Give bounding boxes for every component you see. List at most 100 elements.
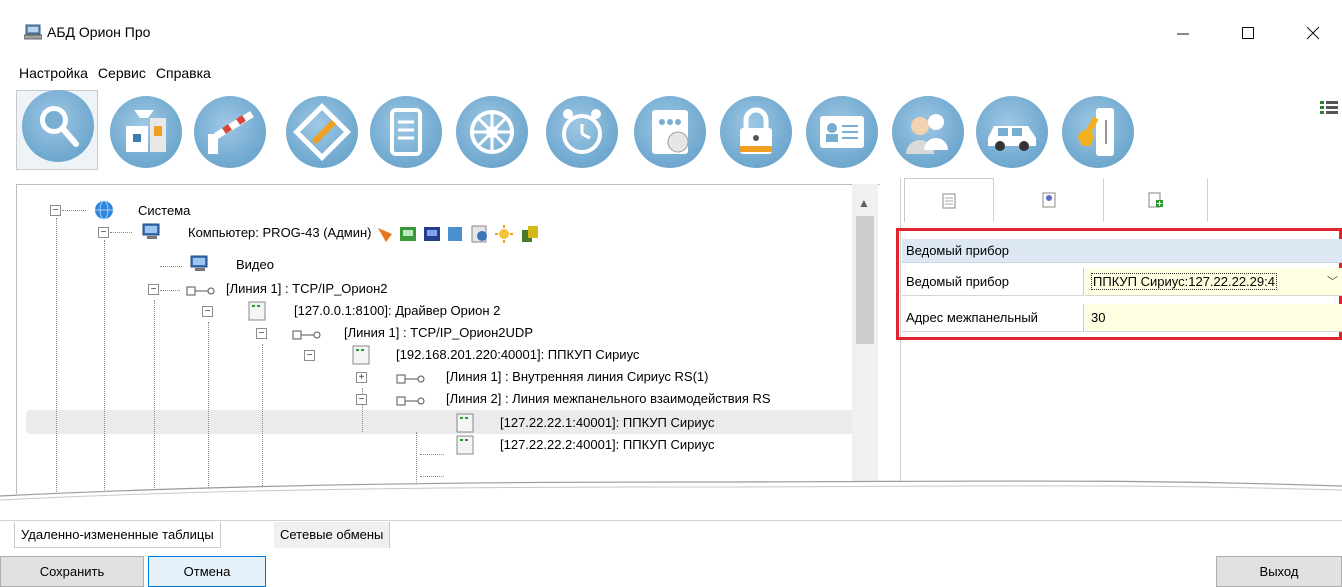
add-page-icon	[1148, 192, 1163, 208]
document-icon	[390, 108, 422, 156]
plan-icon	[293, 103, 351, 161]
wheel-tool-button[interactable]	[456, 96, 528, 168]
panel-address-field[interactable]: 30	[1085, 304, 1342, 332]
devices-tool-button[interactable]	[110, 96, 182, 168]
tree-line	[56, 218, 57, 498]
devices-icon	[126, 110, 166, 152]
expand-toggle-inner-line[interactable]: +	[356, 372, 367, 383]
people-icon	[906, 114, 948, 154]
tree-line	[160, 290, 180, 291]
collapse-toggle-system[interactable]: −	[50, 205, 61, 216]
tree-item-ppkup-1[interactable]: [127.22.22.1:40001]: ППКУП Сириус	[500, 412, 715, 434]
collapse-toggle-line1[interactable]: −	[148, 284, 159, 295]
people-tool-button[interactable]	[892, 96, 964, 168]
menu-settings[interactable]: Настройка	[14, 62, 93, 84]
minimize-icon	[1177, 33, 1189, 35]
title-bar: АБД Орион Про	[0, 0, 1342, 58]
lock-tool-button[interactable]	[720, 96, 792, 168]
tab-network-exchange[interactable]: Сетевые обмены	[274, 522, 391, 548]
menu-service[interactable]: Сервис	[93, 62, 151, 84]
ppkup-device-icon	[456, 435, 474, 455]
car-tool-button[interactable]	[976, 96, 1048, 168]
ppkup-device-icon	[352, 345, 370, 365]
tab-properties[interactable]	[904, 178, 994, 222]
maximize-icon	[1242, 27, 1254, 39]
collapse-toggle-driver[interactable]: −	[202, 306, 213, 317]
property-section-header: Ведомый прибор	[902, 239, 1342, 263]
close-button[interactable]	[1291, 14, 1335, 52]
collapse-toggle-panel-line[interactable]: −	[356, 394, 367, 405]
collapse-toggle-computer[interactable]: −	[98, 227, 109, 238]
key-tool-button[interactable]	[1062, 96, 1134, 168]
tree-scroll-thumb[interactable]	[856, 216, 874, 344]
app-icon	[24, 24, 42, 40]
clock-icon	[562, 109, 602, 154]
collapse-toggle-ppkup-main[interactable]: −	[304, 350, 315, 361]
tree-item-ppkup-main[interactable]: [192.168.201.220:40001]: ППКУП Сириус	[396, 344, 639, 366]
tree-item-inner-line[interactable]: [Линия 1] : Внутренняя линия Сириус RS(1…	[446, 366, 708, 388]
driver-device-icon	[248, 301, 266, 321]
properties-tabs	[902, 178, 1342, 222]
computer-icon	[142, 223, 160, 239]
video-computer-icon	[190, 255, 208, 271]
maximize-button[interactable]	[1226, 14, 1270, 52]
tree-line	[104, 240, 105, 498]
tree-item-line1[interactable]: [Линия 1] : TCP/IP_Орион2	[226, 278, 388, 300]
tree-line	[110, 232, 132, 233]
computer-status-icons	[378, 225, 538, 243]
line-connector-icon	[186, 286, 215, 296]
tree-line	[160, 266, 182, 267]
property-name: Адрес межпанельный	[902, 304, 1084, 332]
tree-item-system[interactable]: Система	[138, 200, 190, 222]
torn-edge-decoration	[0, 480, 1342, 508]
tree-item-ppkup-2[interactable]: [127.22.22.2:40001]: ППКУП Сириус	[500, 434, 715, 456]
car-icon	[988, 126, 1036, 151]
search-icon	[40, 106, 79, 147]
list-view-icon[interactable]	[1320, 100, 1338, 116]
tree-item-video[interactable]: Видео	[236, 254, 274, 276]
minimize-button[interactable]	[1161, 14, 1205, 52]
slave-device-select[interactable]: ППКУП Сириус:127.22.22.29:4 ﹀	[1085, 268, 1342, 296]
main-toolbar	[0, 90, 1342, 178]
tree-item-driver[interactable]: [127.0.0.1:8100]: Драйвер Орион 2	[294, 300, 500, 322]
tree-item-computer[interactable]: Компьютер: PROG-43 (Админ)	[188, 222, 372, 244]
search-tool-button[interactable]	[22, 90, 94, 162]
save-button[interactable]: Сохранить	[0, 556, 144, 587]
comment-page-icon	[1042, 192, 1055, 208]
clock-tool-button[interactable]	[546, 96, 618, 168]
id-card-tool-button[interactable]	[806, 96, 878, 168]
scroll-up-arrow-icon[interactable]: ▲	[858, 196, 870, 210]
tree-selection-highlight	[26, 410, 866, 434]
tree-item-panel-line[interactable]: [Линия 2] : Линия межпанельного взаимоде…	[446, 388, 771, 410]
id-card-icon	[820, 116, 864, 148]
menu-bar: Настройка Сервис Справка	[14, 62, 216, 84]
barrier-tool-button[interactable]	[194, 96, 266, 168]
tab-add[interactable]	[1104, 178, 1208, 222]
globe-icon	[95, 200, 113, 220]
wheel-icon	[470, 110, 514, 154]
collapse-toggle-line1udp[interactable]: −	[256, 328, 267, 339]
document-tool-button[interactable]	[370, 96, 442, 168]
schedule-icon	[652, 110, 689, 154]
property-row-slave-device[interactable]: Ведомый прибор ППКУП Сириус:127.22.22.29…	[902, 268, 1342, 296]
property-value: ППКУП Сириус:127.22.22.29:4	[1091, 273, 1277, 290]
tab-comments[interactable]	[994, 178, 1104, 222]
ppkup-device-icon	[456, 413, 474, 433]
tree-item-line1udp[interactable]: [Линия 1] : TCP/IP_Орион2UDP	[344, 322, 533, 344]
plan-tool-button[interactable]	[286, 96, 358, 168]
tree-line	[420, 454, 444, 455]
line-connector-icon	[396, 396, 425, 406]
close-icon	[1306, 26, 1320, 40]
property-name: Ведомый прибор	[902, 268, 1084, 296]
tree-line	[62, 210, 86, 211]
chevron-down-icon[interactable]: ﹀	[1327, 268, 1338, 295]
line-connector-icon	[292, 330, 321, 340]
tab-remote-tables[interactable]: Удаленно-измененные таблицы	[14, 522, 221, 548]
cancel-button[interactable]: Отмена	[148, 556, 266, 587]
menu-help[interactable]: Справка	[151, 62, 216, 84]
exit-button[interactable]: Выход	[1216, 556, 1342, 587]
line-connector-icon	[396, 374, 425, 384]
schedule-tool-button[interactable]	[634, 96, 706, 168]
property-row-panel-address[interactable]: Адрес межпанельный 30	[902, 304, 1342, 332]
window-title: АБД Орион Про	[47, 24, 151, 40]
